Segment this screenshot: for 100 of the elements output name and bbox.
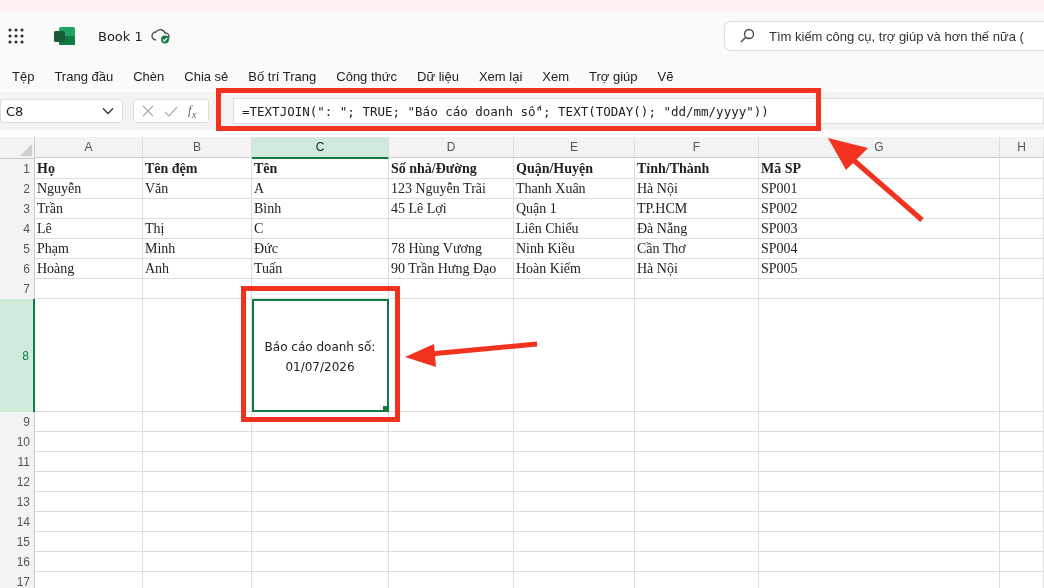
table-cell	[1000, 199, 1044, 219]
row-header[interactable]: 4	[0, 219, 35, 239]
menu-tab[interactable]: Chèn	[133, 68, 165, 84]
column-header[interactable]: B	[143, 137, 252, 158]
table-cell: Trần	[35, 199, 143, 219]
column-header[interactable]: A	[35, 137, 143, 158]
row-header[interactable]: 1	[0, 159, 35, 179]
table-cell: Văn	[143, 179, 252, 199]
row-header[interactable]: 2	[0, 179, 35, 199]
spreadsheet-icon	[54, 26, 76, 46]
table-cell: C	[252, 219, 389, 239]
name-box[interactable]: C8	[0, 99, 123, 123]
table-cell: Minh	[143, 239, 252, 259]
table-cell	[1000, 472, 1044, 492]
table-cell	[1000, 412, 1044, 432]
table-cell: Hà Nội	[635, 259, 759, 279]
table-cell: TP.HCM	[635, 199, 759, 219]
table-cell: 78 Hùng Vương	[389, 239, 514, 259]
table-cell	[1000, 552, 1044, 572]
menu-tab[interactable]: Trang đầu	[54, 68, 114, 84]
table-cell: Liên Chiểu	[514, 219, 635, 239]
table-cell: Đà Nẵng	[635, 219, 759, 239]
menu-tab[interactable]: Dữ liệu	[417, 68, 459, 84]
row-header[interactable]: 13	[0, 492, 35, 512]
table-cell: Phạm	[35, 239, 143, 259]
table-cell: Ninh Kiều	[514, 239, 635, 259]
active-cell: Báo cáo doanh số: 01/07/2026	[252, 299, 389, 412]
column-header[interactable]: F	[635, 137, 759, 158]
workbook-title[interactable]: Book 1	[98, 28, 143, 44]
table-cell: Hoàng	[35, 259, 143, 279]
table-cell: 123 Nguyễn Trãi	[389, 179, 514, 199]
table-cell: SP003	[759, 219, 1000, 239]
table-cell: Nguyễn	[35, 179, 143, 199]
column-header[interactable]: H	[1000, 137, 1044, 158]
table-cell: Tỉnh/Thành	[635, 159, 759, 179]
row-header[interactable]: 17	[0, 572, 35, 588]
column-header[interactable]: E	[514, 137, 635, 158]
row-header[interactable]: 10	[0, 432, 35, 452]
column-header[interactable]: G	[759, 137, 1000, 158]
row-header[interactable]: 6	[0, 259, 35, 279]
menu-tab[interactable]: Trợ giúp	[589, 68, 638, 84]
menu-tab[interactable]: Xem	[542, 68, 570, 84]
caret-icon	[102, 107, 114, 115]
table-cell: SP005	[759, 259, 1000, 279]
table-cell	[1000, 159, 1044, 179]
menu-tab[interactable]: Vẽ	[657, 68, 674, 84]
app-launcher-icon[interactable]	[8, 28, 24, 44]
row-header[interactable]: 8	[0, 299, 35, 412]
table-cell: Tên	[252, 159, 389, 179]
table-cell	[1000, 492, 1044, 512]
table-cell: Quận 1	[514, 199, 635, 219]
cancel-icon[interactable]	[142, 105, 154, 117]
menu-tab[interactable]: Tệp	[12, 68, 35, 84]
row-header[interactable]: 7	[0, 279, 35, 299]
table-cell: Đức	[252, 239, 389, 259]
insert-function-button[interactable]: f$_{x}$	[188, 102, 197, 120]
table-cell: Bình	[252, 199, 389, 219]
table-cell: A	[252, 179, 389, 199]
row-header[interactable]: 9	[0, 412, 35, 432]
search-icon	[739, 28, 755, 44]
menu-tab[interactable]: Bố trí Trang	[248, 68, 317, 84]
table-cell	[1000, 532, 1044, 552]
table-cell	[1000, 512, 1044, 532]
row-header[interactable]: 11	[0, 452, 35, 472]
select-all-icon[interactable]	[20, 144, 32, 156]
table-cell: Thanh Xuân	[514, 179, 635, 199]
row-header[interactable]: 15	[0, 532, 35, 552]
table-cell: Lê	[35, 219, 143, 239]
table-cell: Thị	[143, 219, 252, 239]
column-header[interactable]: D	[389, 137, 514, 158]
menu-tab[interactable]: Chia sẻ	[184, 68, 229, 84]
table-cell	[1000, 452, 1044, 472]
table-cell	[1000, 219, 1044, 239]
table-cell	[1000, 432, 1044, 452]
table-cell: Hà Nội	[635, 179, 759, 199]
column-header[interactable]: C	[252, 137, 389, 159]
row-header[interactable]: 14	[0, 512, 35, 532]
menu-tab[interactable]: Công thức	[336, 68, 397, 84]
row-header[interactable]: 12	[0, 472, 35, 492]
row-header[interactable]: 3	[0, 199, 35, 219]
check-icon[interactable]	[164, 105, 178, 117]
table-cell: Hoàn Kiếm	[514, 259, 635, 279]
fill-handle[interactable]	[383, 406, 388, 411]
table-cell: Anh	[143, 259, 252, 279]
table-cell	[1000, 279, 1044, 299]
search-field[interactable]: Tìm kiếm công cụ, trợ giúp và hơn thế nữa (	[724, 21, 1044, 51]
table-cell: Tuấn	[252, 259, 389, 279]
table-cell	[1000, 239, 1044, 259]
menu-tab[interactable]: Xem lại	[478, 68, 523, 84]
table-cell: 90 Trần Hưng Đạo	[389, 259, 514, 279]
table-cell: SP001	[759, 179, 1000, 199]
formula-field[interactable]: =TEXTJOIN(": "; TRUE; "Báo cáo doanh số"; TEXT(TODAY(); "dd/mm/yyyy"))	[233, 98, 1044, 124]
table-cell: SP002	[759, 199, 1000, 219]
cloud-check-icon	[150, 28, 171, 44]
table-cell: Họ	[35, 159, 143, 179]
row-header[interactable]: 5	[0, 239, 35, 259]
table-cell: SP004	[759, 239, 1000, 259]
table-cell	[1000, 179, 1044, 199]
row-header[interactable]: 16	[0, 552, 35, 572]
table-cell: 45 Lê Lợi	[389, 199, 514, 219]
